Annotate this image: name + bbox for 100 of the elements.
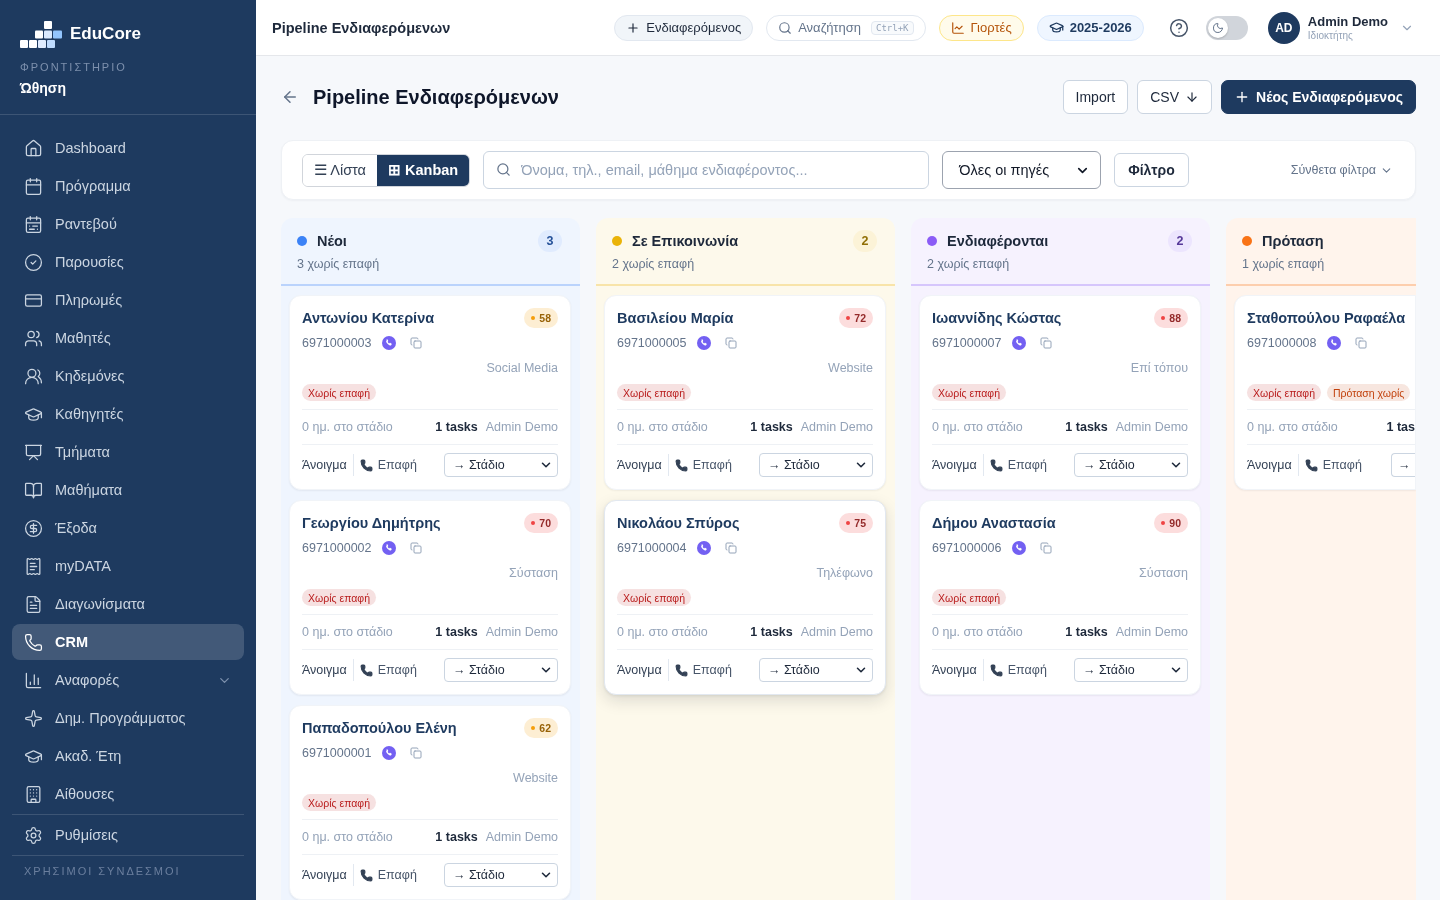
contact-button[interactable]: Επαφή: [989, 663, 1047, 677]
nav-item[interactable]: Ακαδ. Έτη: [12, 738, 244, 774]
open-link[interactable]: Άνοιγμα: [1247, 458, 1292, 472]
stage-select[interactable]: → Στάδιο: [1074, 658, 1188, 682]
stage-select[interactable]: → Στάδιο: [1074, 453, 1188, 477]
stage-select[interactable]: → Στάδιο: [444, 658, 558, 682]
stage-select[interactable]: → Στάδιο: [444, 863, 558, 887]
score-value: 88: [1169, 312, 1181, 324]
export-button[interactable]: CSV: [1137, 80, 1213, 114]
phone-circle-icon[interactable]: [696, 541, 711, 555]
nav-item[interactable]: Κηδεμόνες: [12, 358, 244, 394]
copy-icon[interactable]: [1354, 337, 1367, 349]
status-tag: Πρόταση χωρίς: [1327, 384, 1411, 401]
open-link[interactable]: Άνοιγμα: [302, 458, 347, 472]
advanced-filters-link[interactable]: Σύνθετα φίλτρα: [1290, 163, 1393, 177]
phone-circle-icon[interactable]: [1011, 336, 1026, 350]
copy-icon[interactable]: [1039, 337, 1052, 349]
nav-item[interactable]: Έξοδα: [12, 510, 244, 546]
new-lead-button[interactable]: Νέος Ενδιαφερόμενος: [1221, 80, 1416, 114]
year-button[interactable]: 2025-2026: [1036, 14, 1144, 41]
phone-circle-icon[interactable]: [381, 336, 396, 350]
stage-select[interactable]: →: [1391, 453, 1415, 477]
graduation-cap-icon: [1048, 20, 1064, 35]
search-icon: [778, 20, 793, 35]
nav-item[interactable]: Διαγωνίσματα: [12, 586, 244, 622]
lead-card[interactable]: Δήμου Αναστασία 90 6971000006 Σύσταση Χωρίς επαφή 0 ημ. στο στάδιο 1 tasks Admin Demo Άνοιγμα Επαφή → Στάδιο: [919, 500, 1201, 695]
stage-select[interactable]: → Στάδιο: [759, 658, 873, 682]
import-button[interactable]: Import: [1062, 80, 1129, 114]
copy-icon[interactable]: [409, 747, 422, 759]
copy-icon[interactable]: [409, 337, 422, 349]
sparkle-icon: [24, 708, 43, 728]
theme-toggle[interactable]: [1205, 15, 1248, 40]
add-lead-button[interactable]: Ενδιαφερόμενος: [614, 14, 754, 41]
section-label: ΧΡΗΣΙΜΟΙ ΣΥΝΔΕΣΜΟΙ: [23, 864, 182, 878]
search-icon: [496, 162, 512, 177]
source-select[interactable]: Όλες οι πηγές: [942, 151, 1102, 189]
contact-button[interactable]: Επαφή: [1304, 458, 1362, 472]
days-in-stage: 0 ημ. στο στάδιο: [302, 420, 393, 434]
lead-card[interactable]: Αντωνίου Κατερίνα 58 6971000003 Social Media Χωρίς επαφή 0 ημ. στο στάδιο 1 tasks Admin Demo Άνοιγμα Επαφή → Στάδιο: [289, 295, 571, 490]
stage-select[interactable]: → Στάδιο: [759, 453, 873, 477]
copy-icon[interactable]: [724, 337, 737, 349]
assignee-name: Admin Demo: [485, 625, 558, 639]
nav-item[interactable]: Μαθητές: [12, 320, 244, 356]
open-link[interactable]: Άνοιγμα: [932, 663, 977, 677]
status-tag: Χωρίς επαφή: [932, 384, 1006, 401]
contact-button[interactable]: Επαφή: [674, 458, 732, 472]
lead-card[interactable]: Νικολάου Σπύρος 75 6971000004 Τηλέφωνο Χωρίς επαφή 0 ημ. στο στάδιο 1 tasks Admin Demo Άνοιγμα Επαφή → Στάδιο: [604, 500, 886, 695]
nav-item[interactable]: Μαθήματα: [12, 472, 244, 508]
nav-item[interactable]: Dashboard: [12, 130, 244, 166]
nav-item[interactable]: Αίθουσες: [12, 776, 244, 812]
stage-select[interactable]: → Στάδιο: [444, 453, 558, 477]
phone-circle-icon[interactable]: [381, 746, 396, 760]
contact-button[interactable]: Επαφή: [359, 663, 417, 677]
contact-button[interactable]: Επαφή: [359, 458, 417, 472]
open-link[interactable]: Άνοιγμα: [617, 458, 662, 472]
lead-card[interactable]: Βασιλείου Μαρία 72 6971000005 Website Χωρίς επαφή 0 ημ. στο στάδιο 1 tasks Admin Demo Άνοιγμα Επαφή → Στάδιο: [604, 295, 886, 490]
search-button[interactable]: Αναζήτηση Ctrl+K: [766, 14, 926, 41]
nav-item[interactable]: Ρυθμίσεις: [12, 817, 244, 853]
nav-item[interactable]: Ραντεβού: [12, 206, 244, 242]
search-field[interactable]: Όνομα, τηλ., email, μάθημα ενδιαφέροντος...: [483, 151, 930, 189]
user-avatar[interactable]: AD: [1267, 11, 1300, 44]
contact-button[interactable]: Επαφή: [989, 458, 1047, 472]
nav-item[interactable]: Πληρωμές: [12, 282, 244, 318]
contact-button[interactable]: Επαφή: [359, 868, 417, 882]
open-link[interactable]: Άνοιγμα: [302, 868, 347, 882]
lead-name: Βασιλείου Μαρία: [617, 310, 734, 326]
nav-item[interactable]: Αναφορές: [12, 662, 244, 698]
lead-card[interactable]: Γεωργίου Δημήτρης 70 6971000002 Σύσταση Χωρίς επαφή 0 ημ. στο στάδιο 1 tasks Admin Demo Άνοιγμα Επαφή → Στάδιο: [289, 500, 571, 695]
view-tab[interactable]: ⊞ Kanban: [377, 154, 470, 186]
status-tag: Χωρίς επαφή: [617, 384, 691, 401]
nav-item[interactable]: CRM: [12, 624, 244, 660]
phone-number: 6971000008: [1247, 336, 1317, 350]
phone-icon: [24, 632, 43, 652]
copy-icon[interactable]: [1039, 542, 1052, 554]
nav-item[interactable]: Πρόγραμμα: [12, 168, 244, 204]
open-link[interactable]: Άνοιγμα: [932, 458, 977, 472]
nav-item[interactable]: myDATA: [12, 548, 244, 584]
holidays-button[interactable]: Γιορτές: [938, 14, 1024, 41]
open-link[interactable]: Άνοιγμα: [617, 663, 662, 677]
lead-card[interactable]: Παπαδοπούλου Ελένη 62 6971000001 Website Χωρίς επαφή 0 ημ. στο στάδιο 1 tasks Admin Demo Άνοιγμα Επαφή → Στάδιο: [289, 705, 571, 900]
phone-circle-icon[interactable]: [696, 336, 711, 350]
copy-icon[interactable]: [409, 542, 422, 554]
nav-item[interactable]: Δημ. Προγράμματος: [12, 700, 244, 736]
lead-card[interactable]: Σταθοπούλου Ραφαέλα 6971000008 Χωρίς επαφή Πρόταση χωρίς 0 ημ. στο στάδιο 1 tas Άνοιγμα Επαφή →: [1234, 295, 1416, 490]
contact-button[interactable]: Επαφή: [674, 663, 732, 677]
copy-icon[interactable]: [724, 542, 737, 554]
help-icon[interactable]: [1168, 17, 1189, 38]
nav-item[interactable]: Τμήματα: [12, 434, 244, 470]
lead-card[interactable]: Ιωαννίδης Κώστας 88 6971000007 Επί τόπου Χωρίς επαφή 0 ημ. στο στάδιο 1 tasks Admin Demo Άνοιγμα Επαφή → Στάδιο: [919, 295, 1201, 490]
task-count: 1 tasks: [750, 420, 793, 434]
nav-item[interactable]: Καθηγητές: [12, 396, 244, 432]
filter-button[interactable]: Φίλτρο: [1114, 153, 1189, 187]
assignee-name: Admin Demo: [485, 420, 558, 434]
phone-circle-icon[interactable]: [381, 541, 396, 555]
nav-item[interactable]: Παρουσίες: [12, 244, 244, 280]
lead-source: Σύσταση: [509, 566, 558, 582]
phone-number: 6971000007: [932, 336, 1002, 350]
phone-circle-icon[interactable]: [1011, 541, 1026, 555]
open-link[interactable]: Άνοιγμα: [302, 663, 347, 677]
phone-circle-icon[interactable]: [1326, 336, 1341, 350]
